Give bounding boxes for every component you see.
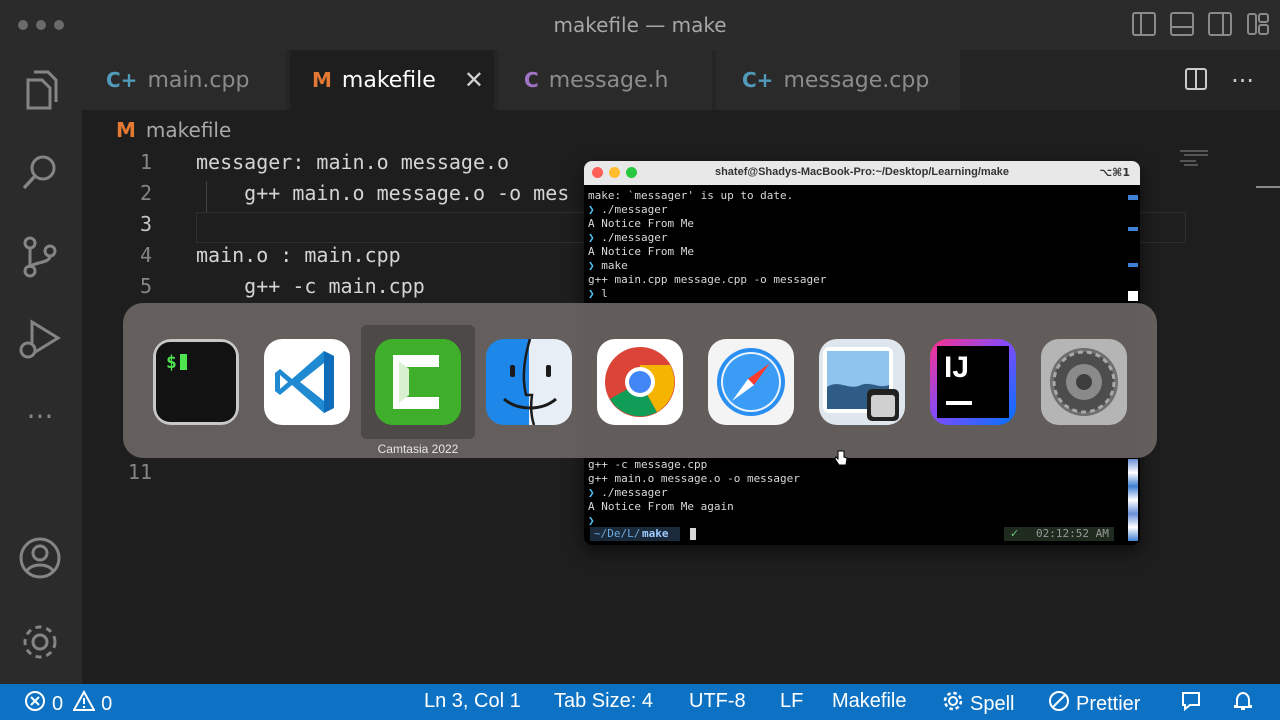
- prettier-label: Prettier: [1076, 692, 1141, 715]
- line-text: messager: main.o message.o: [196, 150, 510, 174]
- cpp-icon: C+: [742, 68, 774, 92]
- terminal-line: ❯ ./messager: [588, 486, 668, 499]
- toggle-primary-sidebar-icon[interactable]: [1132, 12, 1156, 36]
- language-mode[interactable]: Makefile: [832, 690, 906, 713]
- notifications-bell-icon[interactable]: [1232, 690, 1254, 712]
- terminal-line: make: `messager' is up to date.: [588, 189, 794, 202]
- finder-app-icon[interactable]: [486, 339, 572, 425]
- tab-main-cpp[interactable]: C+ main.cpp: [82, 50, 286, 110]
- line-number: 2: [139, 181, 152, 205]
- tab-label: message.h: [548, 67, 669, 93]
- cursor-position[interactable]: Ln 3, Col 1: [424, 690, 521, 713]
- status-check-icon: ✓: [1010, 527, 1020, 540]
- terminal-line: ❯ ./messager: [588, 231, 668, 244]
- intellij-app-icon[interactable]: IJ: [930, 339, 1016, 425]
- run-debug-icon[interactable]: [18, 318, 62, 362]
- c-header-icon: C: [524, 68, 539, 92]
- tab-size[interactable]: Tab Size: 4: [554, 690, 653, 713]
- line-number: 5: [139, 274, 152, 298]
- indent-guide: [206, 181, 207, 212]
- warning-count: 0: [101, 692, 113, 715]
- split-editor-icon[interactable]: [1185, 68, 1208, 94]
- vscode-app-icon[interactable]: [264, 339, 350, 425]
- window-title: makefile — make: [553, 13, 727, 37]
- encoding[interactable]: UTF-8: [689, 690, 746, 713]
- terminal-title: shatef@Shadys-MacBook-Pro:~/Desktop/Lear…: [714, 166, 1010, 178]
- prettier-disabled-icon: [1048, 690, 1070, 718]
- tab-label: main.cpp: [147, 67, 250, 93]
- breadcrumb[interactable]: M makefile: [116, 118, 231, 142]
- hand-cursor-icon: [834, 450, 848, 470]
- error-icon: [24, 690, 46, 718]
- terminal-title-bar[interactable]: shatef@Shadys-MacBook-Pro:~/Desktop/Lear…: [584, 161, 1140, 185]
- manage-gear-icon[interactable]: [18, 620, 62, 664]
- search-icon[interactable]: [18, 150, 62, 194]
- prettier-status[interactable]: Prettier: [1048, 690, 1140, 718]
- terminal-prompt-status: ~/De/L/ make ✓ 02:12:52 AM: [590, 527, 1114, 541]
- tab-label: message.cpp: [783, 67, 930, 93]
- system-preferences-app-icon[interactable]: [1041, 339, 1127, 425]
- makefile-icon: M: [116, 118, 136, 142]
- terminal-line: ❯ make: [588, 259, 628, 272]
- toggle-secondary-sidebar-icon[interactable]: [1208, 12, 1232, 36]
- error-count: 0: [52, 692, 64, 715]
- app-switcher: $ IJ Camtasia 2022: [123, 303, 1157, 458]
- line-number: 3: [139, 212, 152, 236]
- tab-label: makefile: [341, 67, 436, 93]
- preview-app-icon[interactable]: [819, 339, 905, 425]
- line-text: main.o : main.cpp: [196, 243, 401, 267]
- warning-icon: [72, 689, 96, 718]
- spell-checker[interactable]: Spell: [942, 690, 1014, 718]
- tab-message-cpp[interactable]: C+ message.cpp: [716, 50, 960, 110]
- terminal-line: A Notice From Me: [588, 245, 694, 258]
- line-text: g++ -c main.cpp: [196, 274, 425, 298]
- terminal-line: g++ -c message.cpp: [588, 458, 708, 471]
- more-actions-icon[interactable]: ···: [1231, 69, 1254, 93]
- feedback-icon[interactable]: [1180, 690, 1202, 712]
- editor-tabs: C+ main.cpp M makefile ✕ C message.h C+ …: [82, 50, 1280, 110]
- more-views-icon[interactable]: ···: [18, 400, 62, 444]
- toggle-panel-icon[interactable]: [1170, 12, 1194, 36]
- line-number: 4: [139, 243, 152, 267]
- terminal-line: g++ main.cpp message.cpp -o messager: [588, 273, 827, 286]
- line-number: 11: [127, 460, 152, 484]
- cpp-icon: C+: [106, 68, 138, 92]
- prompt-path-dir: make: [642, 527, 669, 540]
- close-icon[interactable]: ✕: [464, 66, 484, 94]
- selected-app-label: Camtasia 2022: [377, 442, 459, 456]
- terminal-line: ❯ ./messager: [588, 203, 668, 216]
- terminal-line: A Notice From Me again: [588, 500, 734, 513]
- status-bar: 0 0 Ln 3, Col 1 Tab Size: 4 UTF-8 LF Mak…: [0, 684, 1280, 720]
- line-text: g++ main.o message.o -o mes: [196, 181, 570, 205]
- terminal-line: A Notice From Me: [588, 217, 694, 230]
- problems-indicator[interactable]: 0 0: [24, 689, 113, 718]
- chrome-app-icon[interactable]: [597, 339, 683, 425]
- tab-makefile[interactable]: M makefile ✕: [290, 50, 494, 110]
- terminal-line: ❯ l: [588, 287, 608, 300]
- gear-icon: [942, 690, 964, 718]
- prompt-path-prefix: ~/De/L/: [594, 527, 641, 540]
- explorer-icon[interactable]: [18, 68, 62, 112]
- spell-label: Spell: [970, 692, 1015, 715]
- terminal-line: ❯: [588, 514, 595, 527]
- makefile-icon: M: [312, 68, 332, 92]
- customize-layout-icon[interactable]: [1246, 12, 1270, 36]
- terminal-shortcut: ⌥⌘1: [1099, 166, 1130, 179]
- terminal-app-icon[interactable]: $: [153, 339, 239, 425]
- accounts-icon[interactable]: [18, 536, 62, 580]
- line-number: 1: [139, 150, 152, 174]
- source-control-icon[interactable]: [18, 235, 62, 279]
- breadcrumb-file[interactable]: makefile: [146, 118, 231, 142]
- terminal-cursor: [690, 528, 696, 540]
- safari-app-icon[interactable]: [708, 339, 794, 425]
- tab-message-h[interactable]: C message.h: [498, 50, 712, 110]
- prompt-time: 02:12:52 AM: [1036, 527, 1109, 540]
- end-of-line[interactable]: LF: [780, 690, 803, 713]
- terminal-line: g++ main.o message.o -o messager: [588, 472, 800, 485]
- activity-bar: ···: [0, 50, 82, 684]
- title-bar: makefile — make: [0, 0, 1280, 50]
- camtasia-app-icon[interactable]: [375, 339, 461, 425]
